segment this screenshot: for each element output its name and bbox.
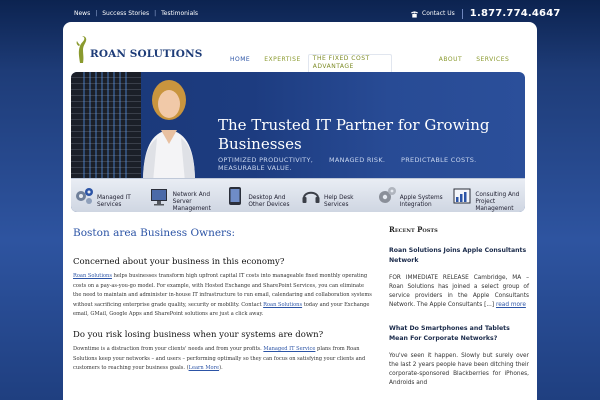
intro-heading: Boston area Business Owners: (73, 227, 235, 239)
divider (461, 8, 463, 19)
hero-banner: The Trusted IT Partner for Growing Busin… (71, 72, 525, 212)
utility-bar: News | Success Stories | Testimonials Co… (0, 0, 600, 24)
services-strip: Managed IT Services Network And Server M… (71, 178, 525, 212)
service-apple-systems[interactable]: Apple Systems Integration (374, 179, 450, 212)
hero-title: The Trusted IT Partner for Growing Busin… (218, 116, 490, 153)
service-label: Managed IT Services (97, 195, 131, 208)
post-title-apple[interactable]: Roan Solutions Joins Apple Consultants N… (389, 246, 529, 266)
businesswoman-image (143, 80, 195, 182)
phone-number[interactable]: 1.877.774.4647 (470, 8, 561, 19)
main-content: Boston area Business Owners: Concerned a… (73, 227, 373, 374)
service-help-desk[interactable]: Help Desk Services (298, 179, 374, 212)
managed-it-service-link[interactable]: Managed IT Service (263, 346, 315, 352)
utility-links: News | Success Stories | Testimonials (74, 10, 198, 17)
testimonials-link[interactable]: Testimonials (161, 10, 198, 17)
contact-area: Contact Us 1.877.774.4647 (410, 8, 561, 19)
service-label: Help Desk Services (324, 195, 354, 208)
chart-icon (453, 188, 471, 204)
service-label: Apple Systems Integration (399, 195, 443, 208)
monitor-icon (150, 189, 167, 206)
gears-icon (76, 188, 93, 204)
learn-more-link[interactable]: Learn More (189, 365, 220, 371)
section-heading-downtime: Do you risk losing business when your sy… (73, 329, 324, 340)
body-text: ). (219, 365, 223, 372)
service-label: Network And Server Management (172, 191, 211, 212)
sidebar: Recent Posts Roan Solutions Joins Apple … (389, 225, 529, 388)
read-more-link[interactable]: read more (496, 302, 526, 308)
service-desktop-devices[interactable]: Desktop And Other Devices (222, 179, 298, 212)
service-label: Consulting And Project Management (475, 191, 520, 212)
body-text: Downtime is a distraction from your clie… (73, 345, 264, 352)
post-excerpt-apple: FOR IMMEDIATE RELEASE Cambridge, MA – Ro… (389, 274, 529, 310)
gazelle-logo-icon (76, 36, 87, 63)
service-consulting[interactable]: Consulting And Project Management (449, 179, 525, 212)
section-text-economy: Roan Solutions helps businesses transfor… (73, 272, 373, 320)
header: ROAN SOLUTIONS HOME EXPERTISE THE FIXED … (63, 22, 537, 79)
roan-solutions-contact-link[interactable]: Roan Solutions (263, 302, 302, 308)
page-container: ROAN SOLUTIONS HOME EXPERTISE THE FIXED … (63, 22, 537, 400)
tagline-productivity: OPTIMIZED PRODUCTIVITY, MEASURABLE VALUE… (218, 156, 314, 172)
tagline-costs: PREDICTABLE COSTS. (401, 156, 477, 164)
link-separator: | (154, 10, 157, 17)
section-text-downtime: Downtime is a distraction from your clie… (73, 345, 373, 374)
success-stories-link[interactable]: Success Stories (102, 10, 149, 17)
recent-posts-title: Recent Posts (389, 225, 438, 234)
contact-us-link[interactable]: Contact Us (422, 10, 455, 17)
tablet-icon (229, 187, 242, 205)
link-separator: | (95, 10, 98, 17)
section-heading-economy: Concerned about your business in this ec… (73, 257, 285, 267)
tagline-risk: MANAGED RISK. (329, 156, 386, 164)
service-managed-it[interactable]: Managed IT Services (71, 179, 147, 212)
roan-solutions-link[interactable]: Roan Solutions (73, 273, 112, 279)
cogs-icon (378, 187, 396, 203)
post-title-smartphones[interactable]: What Do Smartphones and Tablets Mean For… (389, 324, 529, 344)
post-excerpt-smartphones: You've seen it happen. Slowly but surely… (389, 353, 529, 386)
news-link[interactable]: News (74, 10, 90, 17)
service-network-server[interactable]: Network And Server Management (147, 179, 223, 212)
headset-icon (302, 191, 320, 203)
phone-icon (410, 10, 419, 18)
logo-text: ROAN SOLUTIONS (90, 48, 203, 60)
logo[interactable]: ROAN SOLUTIONS (73, 36, 202, 64)
service-label: Desktop And Other Devices (248, 195, 290, 208)
